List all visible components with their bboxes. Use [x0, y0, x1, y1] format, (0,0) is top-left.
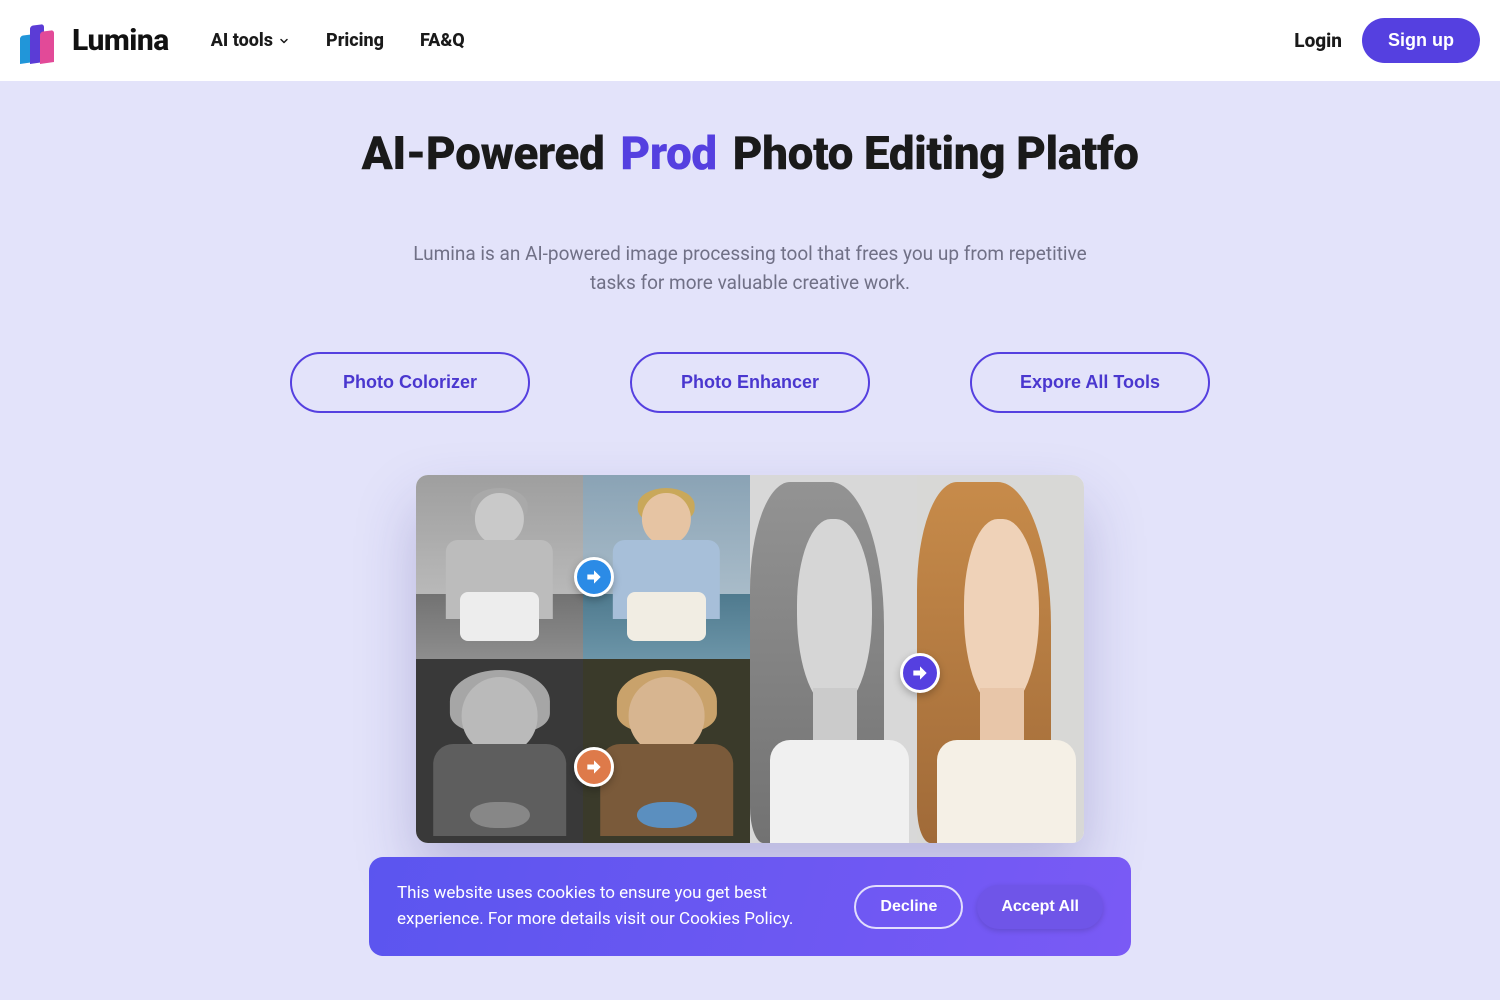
- arrow-icon: [900, 653, 940, 693]
- sample-before-3: [750, 475, 917, 843]
- nav-ai-tools-label: AI tools: [211, 30, 273, 51]
- header: Lumina AI tools Pricing FA&Q Login Sign …: [0, 0, 1500, 81]
- hero-title-accent: Prod: [620, 127, 716, 181]
- photo-colorizer-button[interactable]: Photo Colorizer: [290, 352, 530, 413]
- logo[interactable]: Lumina: [20, 19, 169, 63]
- cookie-accept-button[interactable]: Accept All: [977, 885, 1103, 929]
- explore-all-tools-button[interactable]: Expore All Tools: [970, 352, 1210, 413]
- sample-after-3: [917, 475, 1084, 843]
- nav-ai-tools[interactable]: AI tools: [211, 30, 290, 51]
- cta-row: Photo Colorizer Photo Enhancer Expore Al…: [0, 352, 1500, 413]
- photo-enhancer-button[interactable]: Photo Enhancer: [630, 352, 870, 413]
- cookie-actions: Decline Accept All: [854, 885, 1103, 929]
- showcase-image: [416, 475, 1084, 843]
- brand-name: Lumina: [72, 23, 169, 58]
- arrow-icon: [574, 557, 614, 597]
- header-auth: Login Sign up: [1294, 18, 1480, 63]
- hero-title: AI-Powered Prod Photo Editing Platfo: [0, 127, 1500, 181]
- logo-icon: [20, 19, 64, 63]
- nav-faq[interactable]: FA&Q: [420, 30, 465, 51]
- hero-title-prefix: AI-Powered: [362, 127, 605, 181]
- cookie-text: This website uses cookies to ensure you …: [397, 881, 834, 932]
- sample-before-1: [416, 475, 583, 659]
- signup-button[interactable]: Sign up: [1362, 18, 1480, 63]
- nav-pricing[interactable]: Pricing: [326, 30, 384, 51]
- hero-subtitle: Lumina is an AI-powered image processing…: [410, 239, 1090, 298]
- sample-before-2: [416, 659, 583, 843]
- hero-title-suffix: Photo Editing Platfo: [733, 127, 1139, 181]
- arrow-icon: [574, 747, 614, 787]
- cookie-decline-button[interactable]: Decline: [854, 885, 963, 929]
- main-nav: AI tools Pricing FA&Q: [211, 30, 465, 51]
- nav-pricing-label: Pricing: [326, 30, 384, 51]
- sample-after-2: [583, 659, 750, 843]
- nav-faq-label: FA&Q: [420, 30, 465, 51]
- chevron-down-icon: [278, 35, 290, 47]
- login-link[interactable]: Login: [1294, 29, 1342, 52]
- cookie-banner: This website uses cookies to ensure you …: [369, 857, 1131, 956]
- hero: AI-Powered Prod Photo Editing Platfo Lum…: [0, 81, 1500, 843]
